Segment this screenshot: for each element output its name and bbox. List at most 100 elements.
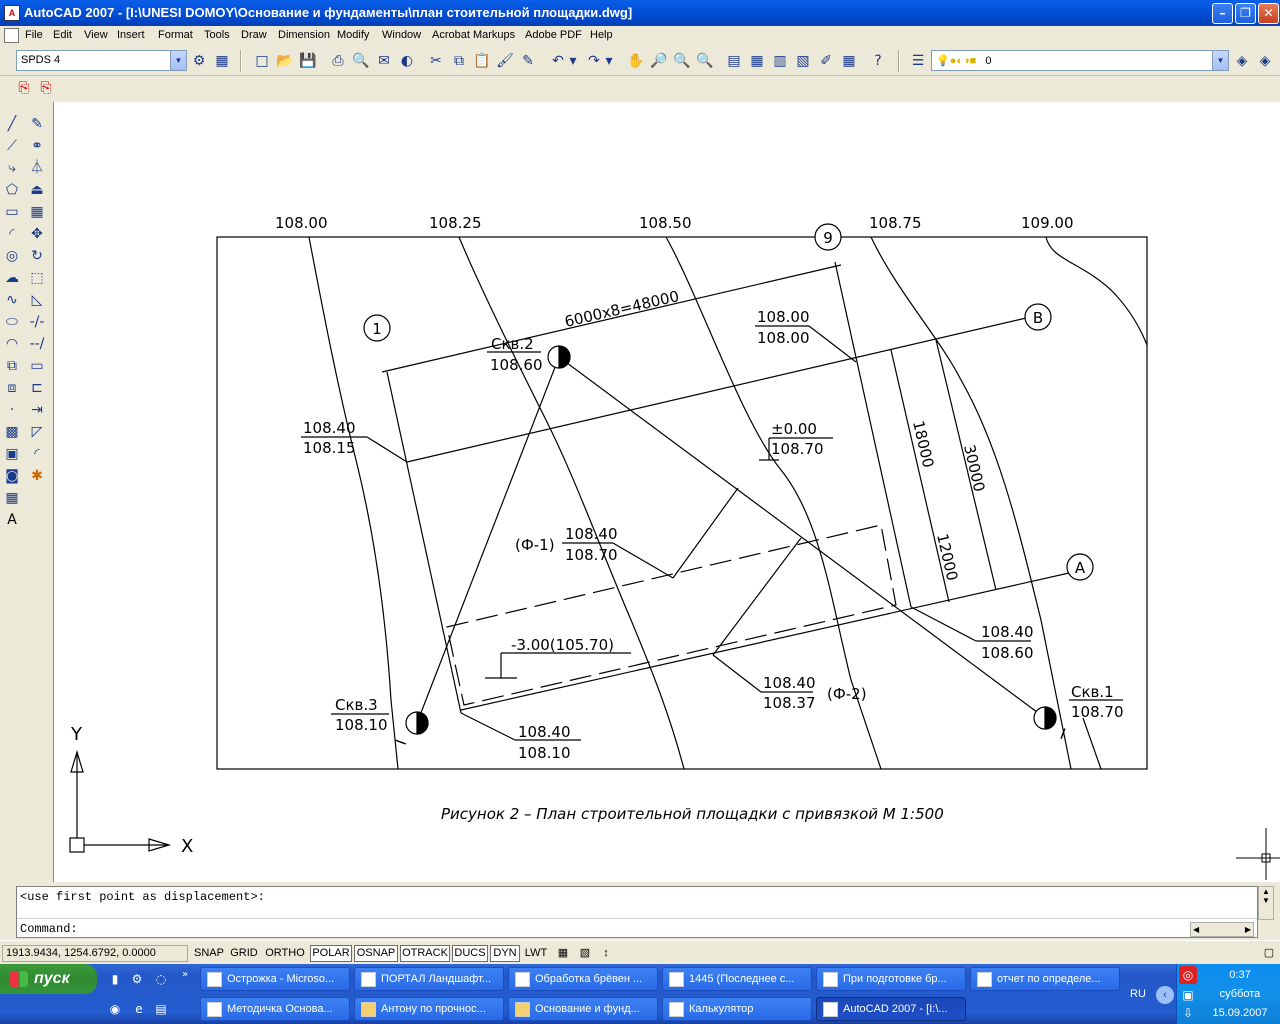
markup-set-icon[interactable]: ✐ [816,51,836,71]
autocad-app-icon[interactable]: A [4,5,20,21]
paste-icon[interactable]: 📋 [472,51,492,71]
command-hscrollbar[interactable]: ◀ ▶ [1190,922,1254,937]
polygon-icon[interactable]: ⬠ [2,180,22,200]
pdf-email-icon[interactable]: ⎘ [36,78,56,98]
tray-collapse-icon[interactable]: ‹ [1156,986,1174,1004]
break-icon[interactable]: ⊏ [27,378,47,398]
join-icon[interactable]: ⇥ [27,400,47,420]
menu-draw[interactable]: Draw [241,29,267,41]
minimize-button[interactable]: – [1212,3,1233,24]
match-properties-icon[interactable]: 🖌 [495,51,515,71]
menu-modify[interactable]: Modify [337,29,369,41]
dimstyle-icon[interactable]: ⚙ [189,51,209,71]
copy-object-icon[interactable]: ⚭ [27,136,47,156]
menu-file[interactable]: File [25,29,43,41]
calculator-icon[interactable]: ▦ [839,51,859,71]
quicklaunch-more-icon[interactable]: » [176,966,194,984]
model-icon[interactable]: ▦ [554,945,572,962]
ellipse-arc-icon[interactable]: ◠ [2,334,22,354]
redo-dropdown-icon[interactable]: ▾ [603,51,615,71]
rectangle-icon[interactable]: ▭ [2,202,22,222]
taskbar-button-active[interactable]: AutoCAD 2007 - [I:\... [816,997,966,1021]
quicklaunch-icon[interactable]: ◉ [106,1000,124,1018]
quicklaunch-icon[interactable]: ▮ [106,970,124,988]
pdf-icon[interactable]: ⎘ [14,78,34,98]
menu-view[interactable]: View [84,29,108,41]
circle-icon[interactable]: ◎ [2,246,22,266]
zoom-realtime-icon[interactable]: 🔎 [649,51,669,71]
offset-icon[interactable]: ⏏ [27,180,47,200]
dyn-toggle[interactable]: DYN [490,945,520,962]
coordinate-display[interactable]: 1913.9434, 1254.6792, 0.0000 [2,945,188,962]
properties-icon[interactable]: ▤ [724,51,744,71]
taskbar-button[interactable]: Методичка Основа... [200,997,350,1021]
explode-icon[interactable]: ✱ [27,466,47,486]
ie-icon[interactable]: e [130,1000,148,1018]
taskbar-button[interactable]: ПОРТАЛ Ландшафт... [354,967,504,991]
menu-help[interactable]: Help [590,29,613,41]
line-icon[interactable]: ╱ [2,114,22,134]
document-icon[interactable] [4,28,19,43]
menu-adobe-pdf[interactable]: Adobe PDF [525,29,582,41]
network-icon[interactable]: ▣ [1179,986,1197,1004]
break-at-point-icon[interactable]: ▭ [27,356,47,376]
chamfer-icon[interactable]: ◸ [27,422,47,442]
restore-button[interactable]: ❐ [1235,3,1256,24]
gradient-icon[interactable]: ▣ [2,444,22,464]
mirror-icon[interactable]: ⏃ [27,158,47,178]
menu-format[interactable]: Format [158,29,193,41]
fillet-icon[interactable]: ◜ [27,444,47,464]
region-icon[interactable]: ◙ [2,466,22,486]
open-icon[interactable]: 📂 [275,51,295,71]
tool-palettes-icon[interactable]: ▥ [770,51,790,71]
copy-icon[interactable]: ⧉ [449,51,469,71]
drawing-canvas[interactable]: 108.00 108.25 108.50 108.75 109.00 9 1 В… [53,102,1280,882]
polar-toggle[interactable]: POLAR [310,945,352,962]
table-style-icon[interactable]: ▦ [212,51,232,71]
safely-remove-icon[interactable]: ⇩ [1179,1004,1197,1022]
menu-dimension[interactable]: Dimension [278,29,330,41]
undo-dropdown-icon[interactable]: ▾ [567,51,579,71]
make-block-icon[interactable]: ⧈ [2,378,22,398]
pan-icon[interactable]: ✋ [626,51,646,71]
construction-line-icon[interactable]: ⟋ [2,136,22,156]
undo-icon[interactable]: ↶ [548,51,568,71]
command-prompt[interactable]: Command: [20,922,78,936]
rotate-icon[interactable]: ↻ [27,246,47,266]
redo-icon[interactable]: ↷ [584,51,604,71]
hatch-icon[interactable]: ▩ [2,422,22,442]
status-menu-icon[interactable]: ↕ [600,945,612,962]
multiline-text-icon[interactable]: A [2,510,22,530]
plot-icon[interactable]: ⎙ [328,51,348,71]
revision-cloud-icon[interactable]: ☁ [2,268,22,288]
menu-tools[interactable]: Tools [204,29,230,41]
close-button[interactable]: ✕ [1258,3,1279,24]
trim-icon[interactable]: -/- [27,312,47,332]
scale-icon[interactable]: ⬚ [27,268,47,288]
clock-time[interactable]: 0:37 [1201,969,1279,981]
tray-app-icon[interactable]: ◎ [1179,966,1197,984]
quicklaunch-icon[interactable]: ▤ [152,1000,170,1018]
language-indicator[interactable]: RU [1130,988,1146,1000]
zoom-previous-icon[interactable]: 🔍 [695,51,715,71]
taskbar-button[interactable]: При подготовке бр... [816,967,966,991]
cut-icon[interactable]: ✂ [426,51,446,71]
menu-window[interactable]: Window [382,29,421,41]
start-button[interactable]: пуск [0,964,97,994]
new-icon[interactable]: □ [252,51,272,71]
3d-dwf-icon[interactable]: ◐ [397,51,417,71]
taskbar-button[interactable]: Обработка брёвен ... [508,967,658,991]
sheet-set-icon[interactable]: ▧ [793,51,813,71]
taskbar-button[interactable]: Антону по прочнос... [354,997,504,1021]
arc-icon[interactable]: ◜ [2,224,22,244]
command-history[interactable]: <use first point as displacement>: Comma… [16,886,1258,938]
layer-combo[interactable]: 💡●◐◑■ 0 ▼ [931,50,1229,71]
zoom-window-icon[interactable]: 🔍 [672,51,692,71]
command-scrollbar[interactable]: ▲ ▼ [1258,886,1274,920]
otrack-toggle[interactable]: OTRACK [400,945,450,962]
erase-icon[interactable]: ✎ [27,114,47,134]
block-editor-icon[interactable]: ✎ [518,51,538,71]
make-layer-current-icon[interactable]: ◈ [1232,51,1252,71]
save-icon[interactable]: 💾 [298,51,318,71]
quicklaunch-icon[interactable]: ◌ [152,970,170,988]
